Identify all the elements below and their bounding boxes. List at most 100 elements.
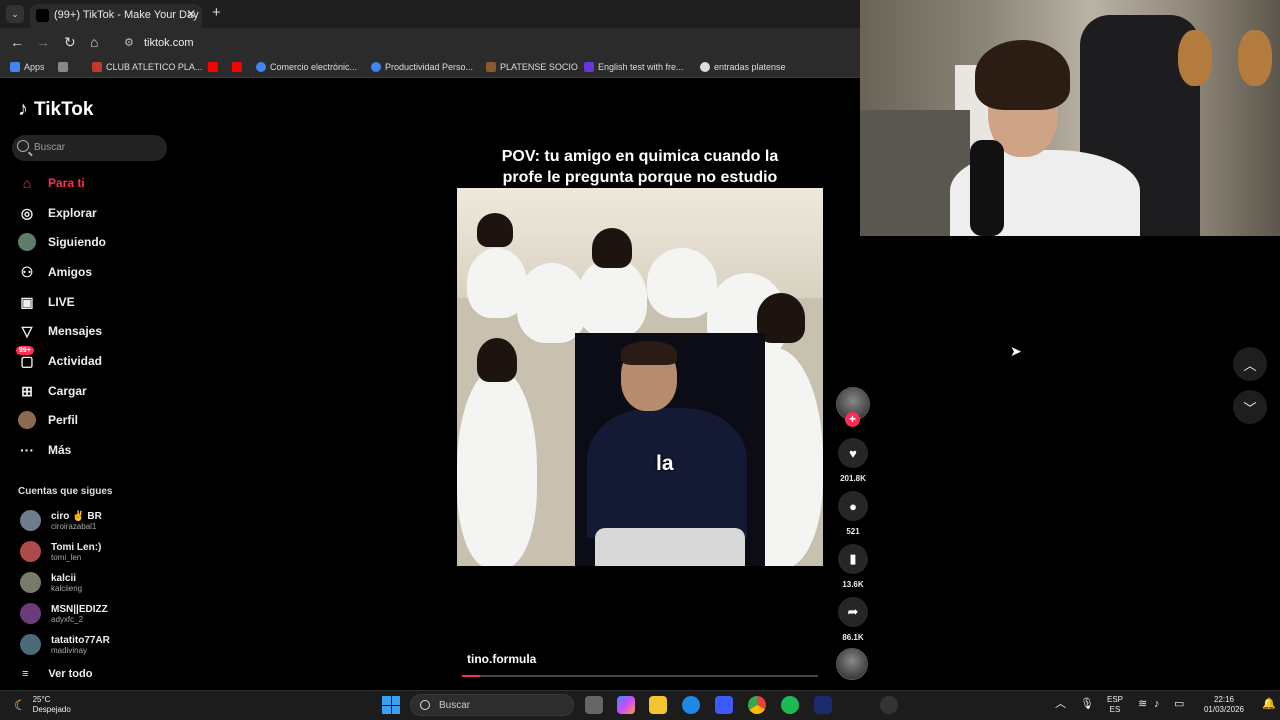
share-count: 86.1K [842, 633, 864, 642]
close-tab-icon[interactable]: ✕ [186, 7, 196, 21]
nav-live[interactable]: ▣ LIVE [18, 293, 74, 311]
back-arrow-icon[interactable]: ← [10, 34, 24, 50]
student-head [477, 213, 513, 247]
nav-siguiendo[interactable]: Siguiendo [18, 233, 106, 251]
following-account[interactable]: MSN||EDIZZ adyxfc_2 [20, 603, 108, 624]
save-count: 13.6K [842, 580, 864, 589]
grid-icon [58, 62, 68, 72]
student [457, 368, 537, 566]
compass-icon: ◎ [20, 204, 34, 221]
new-tab-button[interactable]: + [212, 4, 221, 21]
comment-button[interactable]: ● [838, 491, 868, 521]
nav-mas[interactable]: ··· Más [18, 441, 71, 459]
search-icon [17, 140, 29, 152]
bookmark-club[interactable]: CLUB ATLETICO PLA... [92, 62, 202, 72]
avatar [20, 572, 41, 593]
video-progress-fill [462, 675, 480, 677]
bookmark-english-test[interactable]: English test with fre... [584, 62, 684, 72]
wifi-icon[interactable]: ≋ [1138, 699, 1147, 710]
bookmark-entradas[interactable]: entradas platense [700, 62, 786, 72]
list-icon: ≡ [22, 668, 29, 680]
app-icon[interactable] [814, 696, 832, 714]
tab-search-button[interactable]: ⌄ [6, 5, 24, 23]
home-icon[interactable]: ⌂ [90, 34, 98, 50]
webcam-overlay [860, 0, 1280, 236]
nav-para-ti[interactable]: ⌂ Para ti [18, 174, 85, 192]
edge-icon[interactable] [682, 696, 700, 714]
bookmark-youtube-2[interactable] [232, 62, 242, 72]
apps-icon [10, 62, 20, 72]
browser-tab[interactable]: (99+) TikTok - Make Your Day ✕ [30, 4, 202, 28]
student-head [477, 338, 517, 382]
tiktok-logo[interactable]: ♪ TikTok [18, 98, 93, 121]
video-player[interactable] [457, 188, 823, 566]
file-explorer-icon[interactable] [649, 696, 667, 714]
search-icon [420, 700, 430, 710]
video-progress-bar[interactable] [462, 675, 818, 677]
volume-icon[interactable]: ♪ [1154, 699, 1160, 710]
spotify-icon[interactable] [781, 696, 799, 714]
following-account[interactable]: Tomi Len:) tomi_len [20, 541, 101, 562]
task-view-icon[interactable] [585, 696, 603, 714]
video-author[interactable]: tino.formula [467, 652, 536, 666]
nav-explorar[interactable]: ◎ Explorar [18, 204, 97, 222]
notification-bell-icon[interactable]: 🔔 [1262, 699, 1276, 710]
student-head [592, 228, 632, 268]
nav-cargar[interactable]: ⊞ Cargar [18, 382, 87, 400]
see-all-button[interactable]: ≡ Ver todo [22, 668, 92, 680]
bookmark-productividad[interactable]: Productividad Perso... [371, 62, 473, 72]
search-input[interactable]: Buscar [12, 135, 167, 161]
previous-video-button[interactable]: ︿ [1233, 347, 1267, 381]
microphone [970, 140, 1004, 236]
nav-actividad[interactable]: ▢ 99+ Actividad [16, 346, 102, 370]
bookmark-youtube-1[interactable] [208, 62, 218, 72]
follow-plus-icon[interactable]: + [845, 412, 860, 427]
music-disc-icon[interactable] [836, 648, 868, 680]
bookmark-comercio[interactable]: Comercio electrónic... [256, 62, 357, 72]
activity-badge: 99+ [16, 346, 34, 355]
steering-app-icon[interactable] [880, 696, 898, 714]
youtube-icon [232, 62, 242, 72]
live-icon: ▣ [20, 293, 34, 310]
student [577, 258, 647, 338]
nav-mensajes[interactable]: ▽ Mensajes [18, 322, 102, 340]
google-icon [371, 62, 381, 72]
language-indicator[interactable]: ESP ES [1100, 695, 1130, 715]
battery-icon[interactable]: ▭ [1174, 699, 1184, 710]
tray-overflow-icon[interactable]: ︿ [1055, 699, 1066, 710]
following-account[interactable]: tatatito77AR madivinay [20, 634, 110, 655]
following-account[interactable]: kalcii kalciieng [20, 572, 82, 593]
reload-icon[interactable]: ↻ [64, 34, 76, 51]
copilot-icon[interactable] [617, 696, 635, 714]
bookmark-icon: ▮ [849, 551, 857, 566]
platense-icon [486, 62, 496, 72]
avatar [20, 634, 41, 655]
clock[interactable]: 22:16 01/03/2026 [1196, 695, 1252, 715]
like-button[interactable]: ♥ [838, 438, 868, 468]
address-bar[interactable]: ⚙ tiktok.com [118, 32, 848, 54]
bookmark-grid[interactable] [58, 62, 68, 72]
mouse-cursor-icon: ➤ [1010, 343, 1022, 359]
moon-icon: ☾ [14, 696, 27, 713]
following-account[interactable]: ciro ✌ BR ciroirazabal1 [20, 510, 102, 531]
profile-avatar-icon [18, 411, 36, 429]
taskbar-search[interactable]: Buscar [410, 694, 574, 716]
microphone-icon[interactable]: 🎙 [1080, 699, 1094, 710]
nav-perfil[interactable]: Perfil [18, 411, 78, 429]
forward-arrow-icon[interactable]: → [36, 34, 50, 50]
start-button[interactable] [382, 696, 400, 714]
store-icon[interactable] [715, 696, 733, 714]
site-info-icon[interactable]: ⚙ [124, 36, 134, 49]
youtube-icon [208, 62, 218, 72]
chevron-up-icon: ︿ [1243, 357, 1257, 373]
weather-widget[interactable]: ☾ 25°C Despejado [14, 695, 71, 715]
bookmark-apps[interactable]: Apps [10, 62, 45, 72]
next-video-button[interactable]: ﹀ [1233, 390, 1267, 424]
guitar [1178, 30, 1212, 86]
chrome-icon[interactable] [748, 696, 766, 714]
bookmark-platense-socio[interactable]: PLATENSE SOCIO [486, 62, 578, 72]
save-button[interactable]: ▮ [838, 544, 868, 574]
bookmarks-bar: Apps CLUB ATLETICO PLA... Comercio elect… [0, 58, 860, 78]
nav-amigos[interactable]: ⚇ Amigos [18, 263, 92, 281]
share-button[interactable]: ➦ [838, 597, 868, 627]
